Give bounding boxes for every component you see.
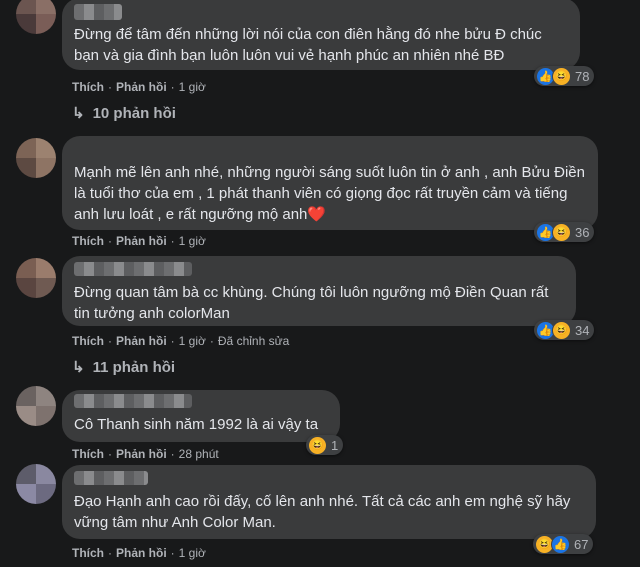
- comment-text: Cô Thanh sinh năm 1992 là ai vậy ta: [74, 416, 319, 433]
- reply-button[interactable]: Phản hồi: [116, 80, 167, 94]
- haha-icon: 😆: [552, 320, 571, 340]
- avatar[interactable]: [16, 0, 56, 34]
- heart-icon: ❤️: [307, 206, 327, 223]
- comment-text: Đừng để tâm đến những lời nói của con đi…: [74, 26, 542, 64]
- like-button[interactable]: Thích: [72, 80, 104, 94]
- comment-actions: Thích · Phản hồi · 1 giờ: [72, 80, 206, 94]
- reaction-count: 67: [574, 536, 589, 552]
- comment-actions: Thích · Phản hồi · 28 phút: [72, 447, 219, 461]
- haha-icon: 😆: [552, 66, 571, 86]
- view-replies-button[interactable]: ↳ 11 phản hồi: [72, 358, 175, 376]
- author-name-blurred[interactable]: [74, 394, 192, 408]
- avatar[interactable]: [16, 464, 56, 504]
- reaction-count: 78: [575, 68, 590, 84]
- view-replies-button[interactable]: ↳ 10 phản hồi: [72, 104, 176, 122]
- comment-actions: Thích · Phản hồi · 1 giờ · Đã chỉnh sửa: [72, 334, 290, 348]
- reply-button[interactable]: Phản hồi: [116, 334, 167, 348]
- timestamp[interactable]: 1 giờ: [179, 546, 206, 560]
- like-button[interactable]: Thích: [72, 334, 104, 348]
- avatar[interactable]: [16, 258, 56, 298]
- reaction-summary[interactable]: 😆 👍 67: [533, 534, 594, 554]
- reply-button[interactable]: Phản hồi: [116, 447, 167, 461]
- reaction-summary[interactable]: 👍 😆 34: [534, 320, 595, 340]
- comment-text: Đừng quan tâm bà cc khùng. Chúng tôi luô…: [74, 284, 549, 322]
- comment-text: Đạo Hạnh anh cao rồi đấy, cố lên anh nhé…: [74, 493, 571, 531]
- comment-bubble: Đừng để tâm đến những lời nói của con đi…: [62, 0, 580, 70]
- like-button[interactable]: Thích: [72, 234, 104, 248]
- reply-button[interactable]: Phản hồi: [116, 546, 167, 560]
- reaction-summary[interactable]: 😆 1: [306, 435, 344, 455]
- comment-bubble: Mạnh mẽ lên anh nhé, những người sáng su…: [62, 136, 598, 230]
- haha-icon: 😆: [308, 435, 327, 455]
- reaction-summary[interactable]: 👍 😆 36: [534, 222, 595, 242]
- edited-label[interactable]: Đã chỉnh sửa: [218, 334, 289, 348]
- haha-icon: 😆: [552, 222, 571, 242]
- like-button[interactable]: Thích: [72, 546, 104, 560]
- timestamp[interactable]: 1 giờ: [179, 234, 206, 248]
- avatar[interactable]: [16, 138, 56, 178]
- reply-button[interactable]: Phản hồi: [116, 234, 167, 248]
- author-name-blurred[interactable]: [74, 471, 148, 485]
- reaction-count: 34: [575, 322, 590, 338]
- timestamp[interactable]: 1 giờ: [179, 80, 206, 94]
- author-name-blurred[interactable]: [74, 262, 192, 276]
- timestamp[interactable]: 28 phút: [179, 447, 219, 461]
- comment-bubble: Đừng quan tâm bà cc khùng. Chúng tôi luô…: [62, 256, 576, 326]
- like-icon: 👍: [551, 534, 570, 554]
- like-button[interactable]: Thích: [72, 447, 104, 461]
- reply-arrow-icon: ↳: [72, 359, 85, 376]
- reaction-summary[interactable]: 👍 😆 78: [534, 66, 595, 86]
- reaction-count: 1: [331, 437, 339, 453]
- comment-actions: Thích · Phản hồi · 1 giờ: [72, 546, 206, 560]
- reply-arrow-icon: ↳: [72, 105, 85, 122]
- timestamp[interactable]: 1 giờ: [179, 334, 206, 348]
- avatar[interactable]: [16, 386, 56, 426]
- author-name-blurred[interactable]: [74, 4, 122, 20]
- comment-text: Mạnh mẽ lên anh nhé, những người sáng su…: [74, 164, 585, 223]
- comment-bubble: Cô Thanh sinh năm 1992 là ai vậy ta: [62, 390, 340, 442]
- comment-actions: Thích · Phản hồi · 1 giờ: [72, 234, 206, 248]
- reaction-count: 36: [575, 224, 590, 240]
- comment-bubble: Đạo Hạnh anh cao rồi đấy, cố lên anh nhé…: [62, 465, 596, 539]
